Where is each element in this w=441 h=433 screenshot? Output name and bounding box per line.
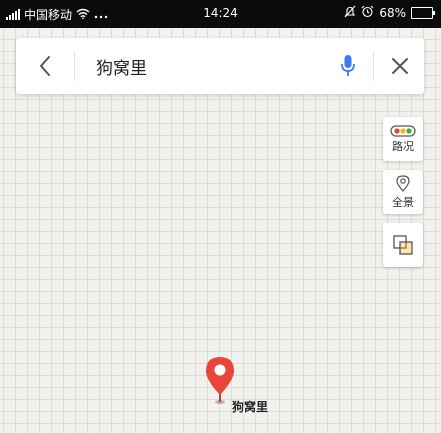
panorama-label: 全景 bbox=[392, 195, 414, 209]
traffic-label: 路况 bbox=[392, 139, 414, 153]
voice-search-button[interactable] bbox=[324, 38, 372, 94]
panorama-icon bbox=[396, 174, 410, 192]
alarm-icon bbox=[361, 5, 374, 21]
search-bar: 狗窝里 bbox=[16, 38, 424, 94]
traffic-button[interactable]: 路况 bbox=[383, 117, 423, 161]
search-query[interactable]: 狗窝里 bbox=[96, 54, 147, 79]
back-arrow-icon bbox=[40, 56, 50, 76]
search-divider-left bbox=[74, 51, 75, 81]
close-button[interactable] bbox=[376, 38, 424, 94]
panorama-button[interactable]: 全景 bbox=[383, 170, 423, 214]
battery-icon bbox=[411, 7, 435, 19]
mute-icon bbox=[344, 5, 356, 21]
layers-icon bbox=[393, 235, 413, 255]
microphone-icon bbox=[341, 55, 355, 76]
marker-label: 狗窝里 bbox=[232, 400, 269, 414]
close-icon bbox=[392, 58, 408, 74]
status-bar: 中国移动 14:24 68% bbox=[0, 0, 441, 28]
status-right: 68% bbox=[344, 5, 435, 21]
layers-button[interactable] bbox=[383, 223, 423, 267]
battery-percent: 68% bbox=[379, 6, 406, 20]
traffic-icon bbox=[390, 124, 416, 137]
search-divider-right bbox=[373, 51, 374, 81]
back-button[interactable] bbox=[16, 38, 74, 94]
